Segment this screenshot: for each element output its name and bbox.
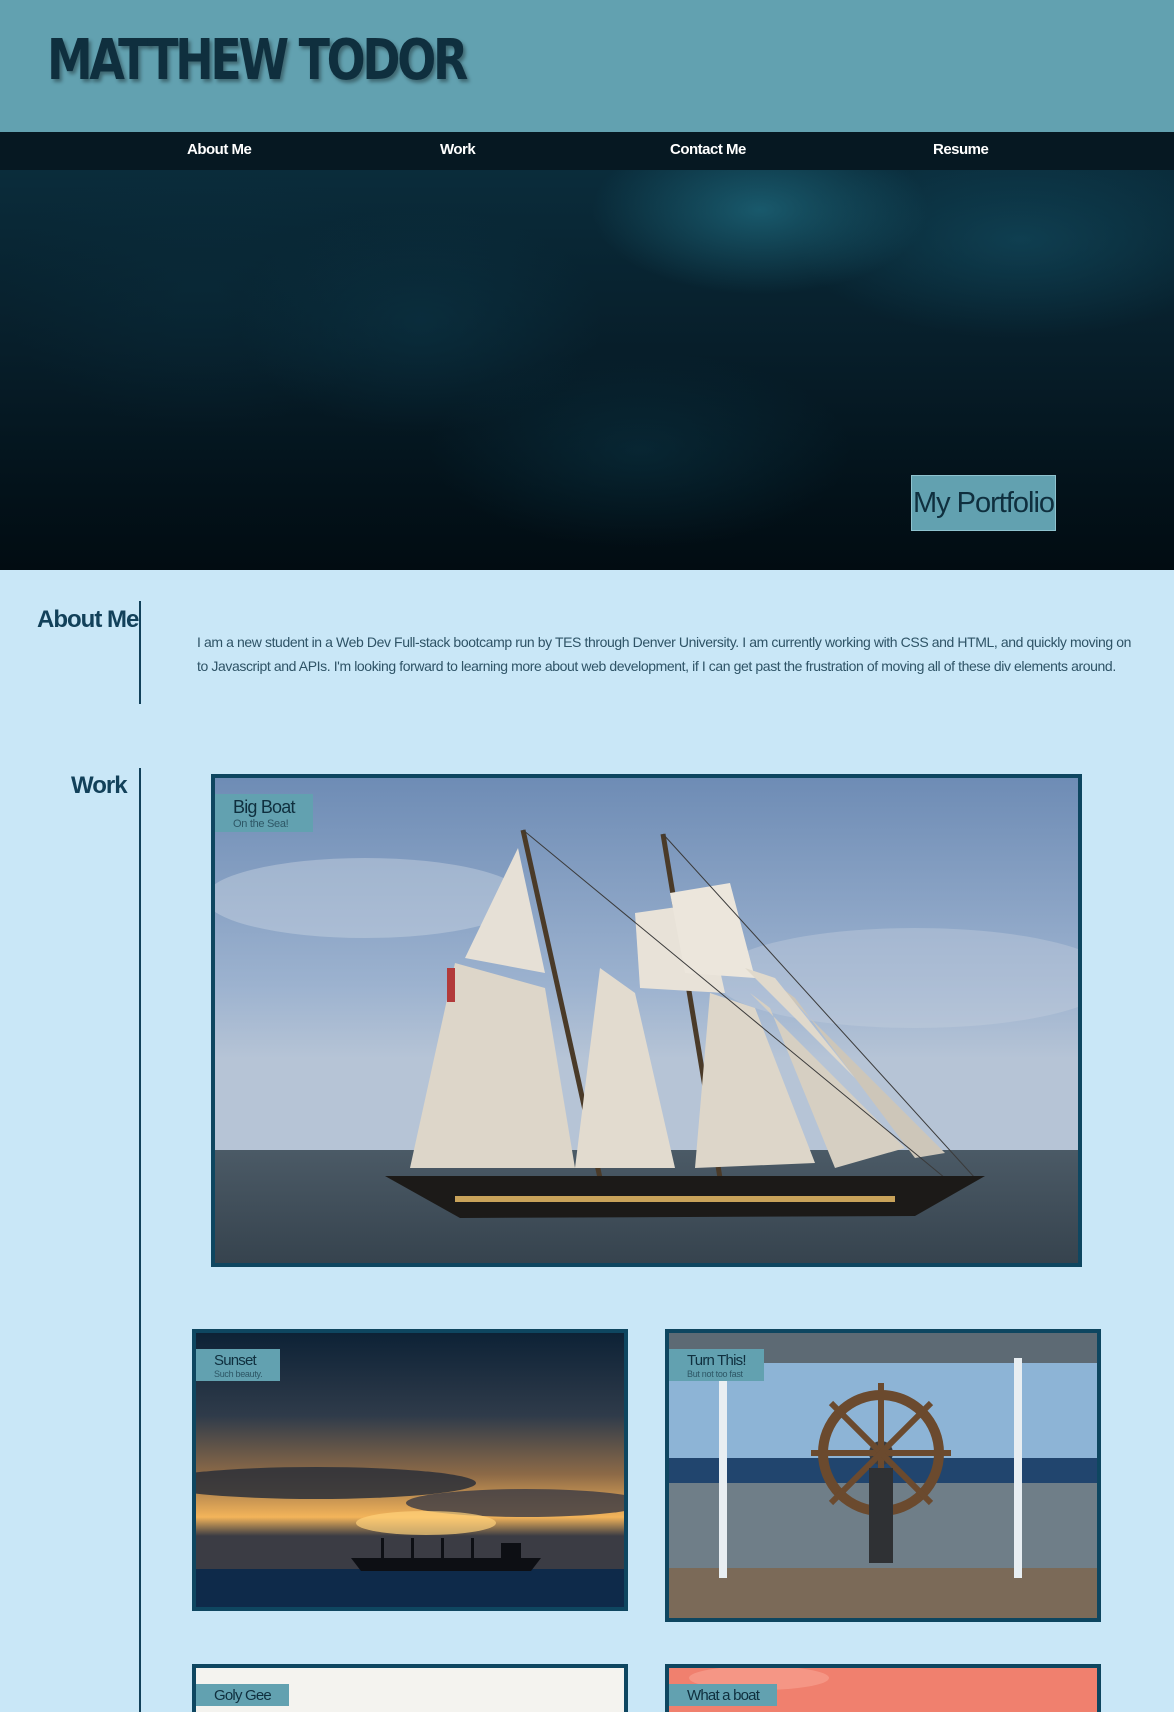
work-card-turn-this[interactable]: Turn This! But not too fast — [665, 1329, 1101, 1622]
main-nav: About Me Work Contact Me Resume — [0, 132, 1174, 170]
card-subtitle: But not too fast — [687, 1369, 743, 1379]
work-heading: Work — [71, 772, 128, 799]
card-title: Turn This! — [687, 1352, 746, 1369]
card-subtitle: Such beauty. — [214, 1369, 263, 1379]
card-label: Turn This! But not too fast — [669, 1349, 764, 1381]
work-card-what-a-boat[interactable]: What a boat — [665, 1664, 1101, 1712]
site-title: MATTHEW TODOR — [47, 28, 468, 93]
work-divider — [139, 768, 141, 1712]
about-heading: About Me — [37, 606, 139, 633]
card-title: Sunset — [214, 1352, 257, 1369]
card-label: Goly Gee — [196, 1684, 289, 1706]
site-header: MATTHEW TODOR — [0, 0, 1174, 132]
nav-about-me[interactable]: About Me — [187, 141, 252, 158]
nav-resume[interactable]: Resume — [933, 141, 989, 158]
card-title: Big Boat — [233, 797, 295, 817]
card-title: Goly Gee — [214, 1687, 272, 1704]
sailing-ship-image — [215, 778, 1078, 1263]
about-text: I am a new student in a Web Dev Full-sta… — [197, 634, 1132, 674]
nav-contact-me[interactable]: Contact Me — [670, 141, 746, 158]
card-title: What a boat — [687, 1687, 760, 1704]
card-label: Sunset Such beauty. — [196, 1349, 281, 1381]
portfolio-badge: My Portfolio — [911, 475, 1056, 531]
nav-work[interactable]: Work — [440, 141, 476, 158]
work-card-goly-gee[interactable]: Goly Gee — [192, 1664, 628, 1712]
work-card-sunset[interactable]: Sunset Such beauty. — [192, 1329, 628, 1611]
work-card-big-boat[interactable]: Big Boat On the Sea! — [211, 774, 1082, 1267]
card-label: Big Boat On the Sea! — [215, 794, 313, 832]
card-subtitle: On the Sea! — [233, 818, 289, 830]
about-divider — [139, 601, 141, 704]
card-label: What a boat — [669, 1684, 778, 1706]
